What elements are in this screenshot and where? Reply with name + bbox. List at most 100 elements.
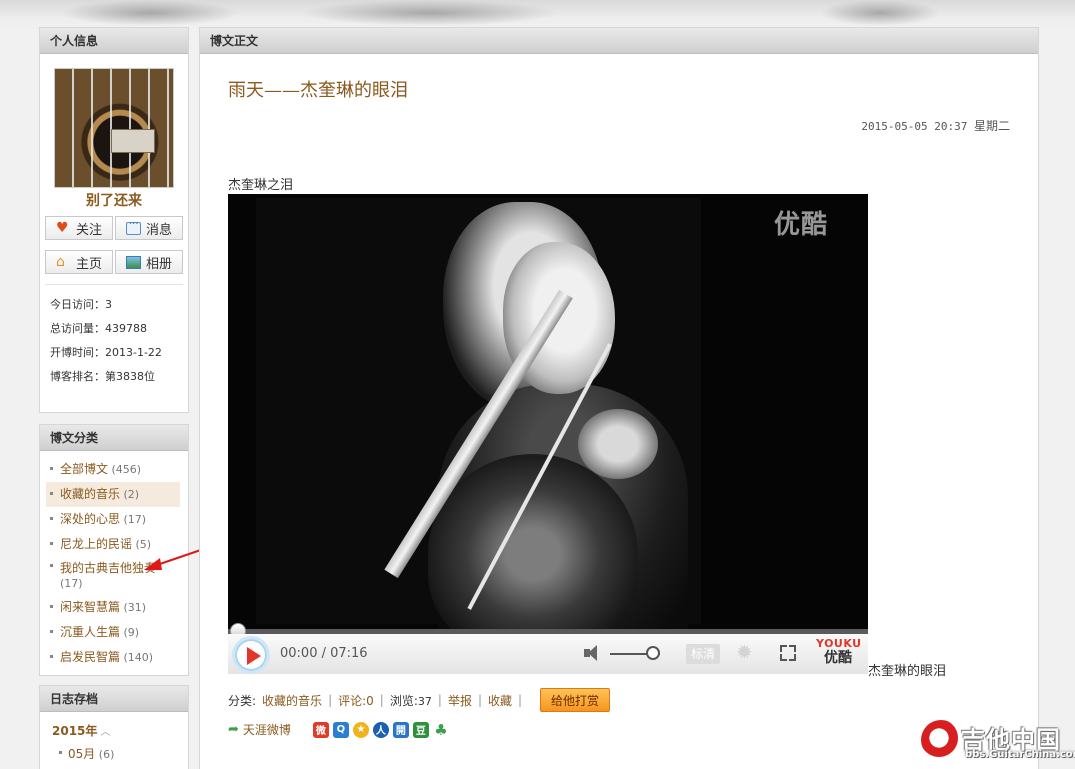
album-icon xyxy=(125,255,141,269)
category-count: (9) xyxy=(123,626,140,639)
guitarchina-logo-icon xyxy=(921,720,961,760)
stat-today-visits: 今日访问：3 xyxy=(50,298,112,311)
category-count: (2) xyxy=(123,488,140,501)
category-link[interactable]: 尼龙上的民谣 xyxy=(60,537,132,551)
divider: | xyxy=(379,693,384,707)
qzone-icon[interactable]: Q xyxy=(332,721,349,738)
tianya-weibo-label: 天涯微博 xyxy=(242,723,291,737)
category-count: (17) xyxy=(123,513,147,526)
share-row: ➦ 天涯微博 微 Q ★ 人 開 豆 ♣ xyxy=(228,721,449,739)
divider: | xyxy=(518,693,523,707)
home-icon: ⌂ xyxy=(55,253,65,270)
volume-slider-handle[interactable] xyxy=(645,646,660,660)
youku-logo-cn: 优酷 xyxy=(824,650,852,666)
video-timecode: 00:00 / 07:16 xyxy=(280,646,368,661)
album-button[interactable]: 相册 xyxy=(115,250,183,274)
archive-month[interactable]: 05月 (6) xyxy=(40,739,188,762)
reward-button[interactable]: 给他打赏 xyxy=(540,688,611,712)
renren-icon[interactable]: 人 xyxy=(372,721,389,738)
category-count: (17) xyxy=(60,577,83,590)
video-player[interactable]: 优酷 00:00 / 07:16 标清 ✹ YOUKU 优酷 xyxy=(228,194,868,674)
comments-link[interactable]: 评论:0 xyxy=(338,692,374,709)
post-date-value: 2015-05-05 20:37 xyxy=(861,120,968,133)
message-button[interactable]: 消息 xyxy=(115,216,183,240)
archive-month-link[interactable]: 05月 xyxy=(68,747,95,761)
category-link[interactable]: 沉重人生篇 xyxy=(60,625,120,639)
avatar[interactable] xyxy=(54,68,174,188)
message-button-label: 消息 xyxy=(145,222,172,238)
kaixin-icon[interactable]: 開 xyxy=(392,721,409,738)
follow-button-label: 关注 xyxy=(75,222,102,238)
post-weekday: 星期二 xyxy=(973,119,1010,133)
category-item[interactable]: 沉重人生篇 (9) xyxy=(46,620,180,645)
quality-button[interactable]: 标清 xyxy=(686,644,720,664)
category-count: (140) xyxy=(123,651,154,664)
profile-stats: 今日访问：3 总访问量：439788 开博时间：2013-1-22 博客排名：第… xyxy=(40,285,188,389)
divider: | xyxy=(477,693,482,707)
post-intro: 杰奎琳之泪 xyxy=(228,178,294,193)
username[interactable]: 别了还来 xyxy=(54,190,174,210)
youku-logo[interactable]: YOUKU 优酷 xyxy=(816,637,862,666)
guitarchina-watermark: 吉他中国 bbs.GuitarChina.com xyxy=(921,720,1075,765)
archive-year[interactable]: 2015年 ︿ xyxy=(40,712,188,739)
post-text-after-video: 杰奎琳的眼泪 xyxy=(868,664,947,679)
favorite-link[interactable]: 收藏 xyxy=(488,692,512,709)
report-link[interactable]: 举报 xyxy=(448,692,472,709)
archive-panel: 日志存档 2015年 ︿ 05月 (6) xyxy=(39,685,189,769)
douban-icon[interactable]: 豆 xyxy=(412,721,429,738)
tianya-weibo-share[interactable]: ➦ 天涯微博 xyxy=(228,721,291,738)
post-title: 雨天——杰奎琳的眼泪 xyxy=(228,80,408,101)
video-controls: 00:00 / 07:16 标清 ✹ YOUKU 优酷 xyxy=(228,634,868,674)
categories-panel-title: 博文分类 xyxy=(40,425,188,451)
chevron-up-icon[interactable]: ︿ xyxy=(100,727,110,738)
volume-icon[interactable] xyxy=(584,644,606,662)
category-link[interactable]: 闲来智慧篇 xyxy=(60,600,120,614)
main-section-title: 博文正文 xyxy=(200,28,1038,54)
category-item[interactable]: 闲来智慧篇 (31) xyxy=(46,595,180,620)
video-frame[interactable]: 优酷 xyxy=(228,194,868,629)
youku-logo-en: YOUKU xyxy=(816,637,862,650)
sina-weibo-icon[interactable]: 微 xyxy=(312,721,329,738)
fullscreen-icon[interactable] xyxy=(778,643,798,663)
star-share-icon[interactable]: ★ xyxy=(352,721,369,738)
message-icon xyxy=(125,219,141,235)
profile-panel: 个人信息 别了还来 ♥ 关注 消息 ⌂ 主页 相册 今日访问：3 总访问量：43… xyxy=(39,27,189,413)
clover-share-icon[interactable]: ♣ xyxy=(433,721,449,739)
post-meta: 分类: 收藏的音乐 | 评论:0 | 浏览:37 | 举报 | 收藏 | 给他打… xyxy=(228,688,611,712)
category-link[interactable]: 我的古典吉他独奏 xyxy=(60,561,156,575)
category-item[interactable]: 深处的心思 (17) xyxy=(46,507,180,532)
ink-wash-decoration xyxy=(60,0,240,26)
settings-gear-icon[interactable]: ✹ xyxy=(736,642,753,662)
category-link[interactable]: 收藏的音乐 xyxy=(60,487,120,501)
category-count: (31) xyxy=(123,601,147,614)
main-content: 博文正文 雨天——杰奎琳的眼泪 2015-05-05 20:37 星期二 杰奎琳… xyxy=(199,27,1039,769)
category-link[interactable]: 深处的心思 xyxy=(60,512,120,526)
home-button[interactable]: ⌂ 主页 xyxy=(45,250,113,274)
category-link[interactable]: 全部博文 xyxy=(60,462,108,476)
share-arrow-icon: ➦ xyxy=(228,722,239,737)
category-count: (456) xyxy=(111,463,142,476)
stat-total-visits: 总访问量：439788 xyxy=(50,322,147,335)
category-item[interactable]: 启发民智篇 (140) xyxy=(46,645,180,670)
play-button[interactable] xyxy=(232,636,270,674)
category-item-active[interactable]: 收藏的音乐 (2) xyxy=(46,482,180,507)
home-button-label: 主页 xyxy=(75,256,102,272)
youku-watermark: 优酷 xyxy=(773,210,828,240)
post-date: 2015-05-05 20:37 星期二 xyxy=(861,117,1010,134)
category-label: 分类: xyxy=(228,693,257,708)
heart-icon: ♥ xyxy=(55,219,69,236)
category-item[interactable]: 全部博文 (456) xyxy=(46,457,180,482)
divider: | xyxy=(437,693,442,707)
category-link[interactable]: 启发民智篇 xyxy=(60,650,120,664)
post-category-link[interactable]: 收藏的音乐 xyxy=(262,692,322,709)
top-banner xyxy=(0,0,1075,30)
ink-wash-decoration xyxy=(300,0,560,26)
archive-panel-title: 日志存档 xyxy=(40,686,188,712)
guitarchina-watermark-url: bbs.GuitarChina.com xyxy=(965,749,1075,760)
archive-month-count: (6) xyxy=(98,748,115,761)
follow-button[interactable]: ♥ 关注 xyxy=(45,216,113,240)
views: 浏览:37 xyxy=(389,693,432,708)
stat-blog-rank: 博客排名：第3838位 xyxy=(50,370,155,383)
stat-start-date: 开博时间：2013-1-22 xyxy=(50,346,162,359)
ink-wash-decoration xyxy=(820,0,940,26)
